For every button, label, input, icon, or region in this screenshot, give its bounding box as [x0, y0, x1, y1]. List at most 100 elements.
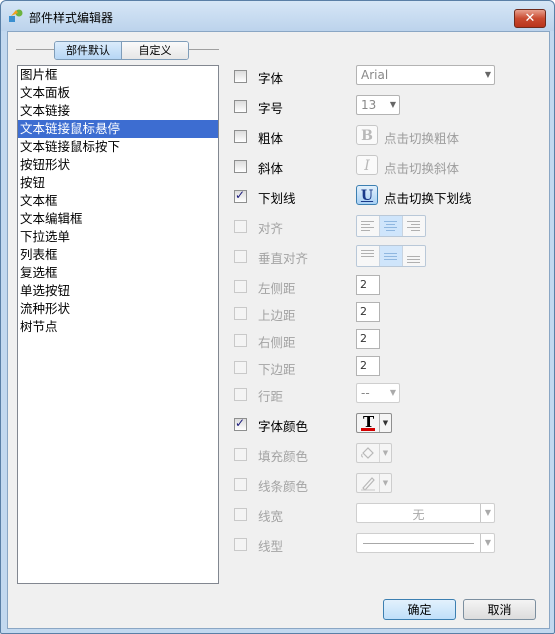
list-item[interactable]: 下拉选单	[18, 228, 218, 246]
list-item[interactable]: 流种形状	[18, 300, 218, 318]
font-value: Arial	[361, 68, 389, 82]
font-color-checkbox[interactable]	[234, 416, 247, 431]
fill-color-button[interactable]: ▼	[356, 443, 392, 463]
prop-bold: 粗体 B 点击切换粗体	[234, 125, 534, 149]
list-item[interactable]: 图片框	[18, 66, 218, 84]
font-select[interactable]: Arial ▼	[356, 65, 495, 85]
list-item[interactable]: 文本链接	[18, 102, 218, 120]
padding-right-checkbox[interactable]	[234, 334, 247, 347]
line-width-checkbox[interactable]	[234, 508, 247, 521]
align-button-group	[356, 215, 426, 237]
dialog-body: 部件默认 自定义 图片框 文本面板 文本链接 文本链接鼠标悬停 文本链接鼠标按下…	[7, 31, 550, 629]
close-button[interactable]: ✕	[514, 9, 546, 28]
list-item[interactable]: 按钮形状	[18, 156, 218, 174]
prop-underline: 下划线 U 点击切换下划线	[234, 185, 534, 209]
list-item[interactable]: 按钮	[18, 174, 218, 192]
cancel-button[interactable]: 取消	[463, 599, 536, 620]
valign-middle-icon[interactable]	[379, 246, 402, 266]
color-swatch	[361, 428, 375, 431]
chevron-down-icon: ▼	[389, 100, 396, 109]
line-color-button[interactable]: ▼	[356, 473, 392, 493]
padding-top-input[interactable]: 2	[356, 302, 380, 322]
font-color-button[interactable]: T ▼	[356, 413, 392, 433]
prop-padding-left: 左侧距 2	[234, 275, 534, 299]
align-center-icon[interactable]	[379, 216, 402, 236]
list-item[interactable]: 文本链接鼠标按下	[18, 138, 218, 156]
underline-hint: 点击切换下划线	[384, 191, 472, 206]
line-spacing-checkbox[interactable]	[234, 388, 247, 401]
line-color-checkbox[interactable]	[234, 478, 247, 491]
list-item[interactable]: 复选框	[18, 264, 218, 282]
line-type-checkbox[interactable]	[234, 538, 247, 551]
line-sample	[363, 543, 474, 544]
padding-top-checkbox[interactable]	[234, 307, 247, 320]
list-item[interactable]: 文本面板	[18, 84, 218, 102]
ok-button[interactable]: 确定	[383, 599, 456, 620]
padding-top-label: 上边距	[258, 308, 296, 323]
underline-toggle-button[interactable]: U	[356, 185, 378, 205]
prop-line-spacing: 行距 -- ▼	[234, 383, 534, 407]
prop-align: 对齐	[234, 215, 534, 239]
prop-valign: 垂直对齐	[234, 245, 534, 269]
line-type-select[interactable]: ▼	[356, 533, 495, 553]
valign-checkbox[interactable]	[234, 250, 247, 263]
size-select[interactable]: 13 ▼	[356, 95, 400, 115]
align-checkbox[interactable]	[234, 220, 247, 233]
padding-bottom-checkbox[interactable]	[234, 361, 247, 374]
fill-color-checkbox[interactable]	[234, 448, 247, 461]
pencil-icon	[357, 474, 379, 492]
prop-fill-color: 填充颜色 ▼	[234, 443, 534, 467]
padding-right-input[interactable]: 2	[356, 329, 380, 349]
chevron-down-icon[interactable]: ▼	[379, 474, 391, 492]
padding-left-checkbox[interactable]	[234, 280, 247, 293]
italic-label: 斜体	[258, 161, 284, 176]
text-color-icon: T	[357, 413, 379, 432]
list-item[interactable]: 文本框	[18, 192, 218, 210]
widget-list[interactable]: 图片框 文本面板 文本链接 文本链接鼠标悬停 文本链接鼠标按下 按钮形状 按钮 …	[17, 65, 219, 584]
prop-line-width: 线宽 无 ▼	[234, 503, 534, 527]
line-spacing-select[interactable]: -- ▼	[356, 383, 400, 403]
italic-checkbox[interactable]	[234, 160, 247, 173]
valign-bottom-icon[interactable]	[402, 246, 425, 266]
prop-line-color: 线条颜色 ▼	[234, 473, 534, 497]
tab-bar: 部件默认 自定义	[54, 41, 189, 60]
prop-font: 字体 Arial ▼	[234, 65, 534, 89]
align-left-icon[interactable]	[357, 216, 379, 236]
tab-custom[interactable]: 自定义	[122, 42, 188, 59]
underline-checkbox[interactable]	[234, 188, 247, 203]
chevron-down-icon: ▼	[484, 70, 491, 79]
valign-button-group	[356, 245, 426, 267]
line-type-label: 线型	[258, 539, 284, 554]
list-item[interactable]: 树节点	[18, 318, 218, 336]
line-spacing-value: --	[361, 386, 370, 400]
paint-bucket-icon	[357, 444, 379, 462]
tab-widget-default[interactable]: 部件默认	[55, 42, 122, 59]
padding-right-label: 右侧距	[258, 335, 296, 350]
size-label: 字号	[258, 101, 284, 116]
bold-checkbox[interactable]	[234, 130, 247, 143]
chevron-down-icon[interactable]: ▼	[379, 444, 391, 462]
bold-hint: 点击切换粗体	[384, 131, 460, 146]
list-item[interactable]: 文本编辑框	[18, 210, 218, 228]
padding-bottom-input[interactable]: 2	[356, 356, 380, 376]
size-value: 13	[361, 98, 377, 112]
chevron-down-icon[interactable]: ▼	[379, 414, 391, 432]
align-right-icon[interactable]	[402, 216, 425, 236]
window-title: 部件样式编辑器	[29, 11, 114, 25]
italic-toggle-button[interactable]: I	[356, 155, 378, 175]
size-checkbox[interactable]	[234, 100, 247, 113]
list-item[interactable]: 列表框	[18, 246, 218, 264]
bold-toggle-button[interactable]: B	[356, 125, 378, 145]
align-label: 对齐	[258, 221, 284, 236]
padding-left-input[interactable]: 2	[356, 275, 380, 295]
list-item-selected[interactable]: 文本链接鼠标悬停	[18, 120, 218, 138]
chevron-down-icon: ▼	[484, 508, 491, 517]
valign-top-icon[interactable]	[357, 246, 379, 266]
prop-size: 字号 13 ▼	[234, 95, 534, 119]
valign-label: 垂直对齐	[258, 251, 309, 266]
line-width-label: 线宽	[258, 509, 284, 524]
font-checkbox[interactable]	[234, 70, 247, 83]
prop-italic: 斜体 I 点击切换斜体	[234, 155, 534, 179]
list-item[interactable]: 单选按钮	[18, 282, 218, 300]
line-width-select[interactable]: 无 ▼	[356, 503, 495, 523]
